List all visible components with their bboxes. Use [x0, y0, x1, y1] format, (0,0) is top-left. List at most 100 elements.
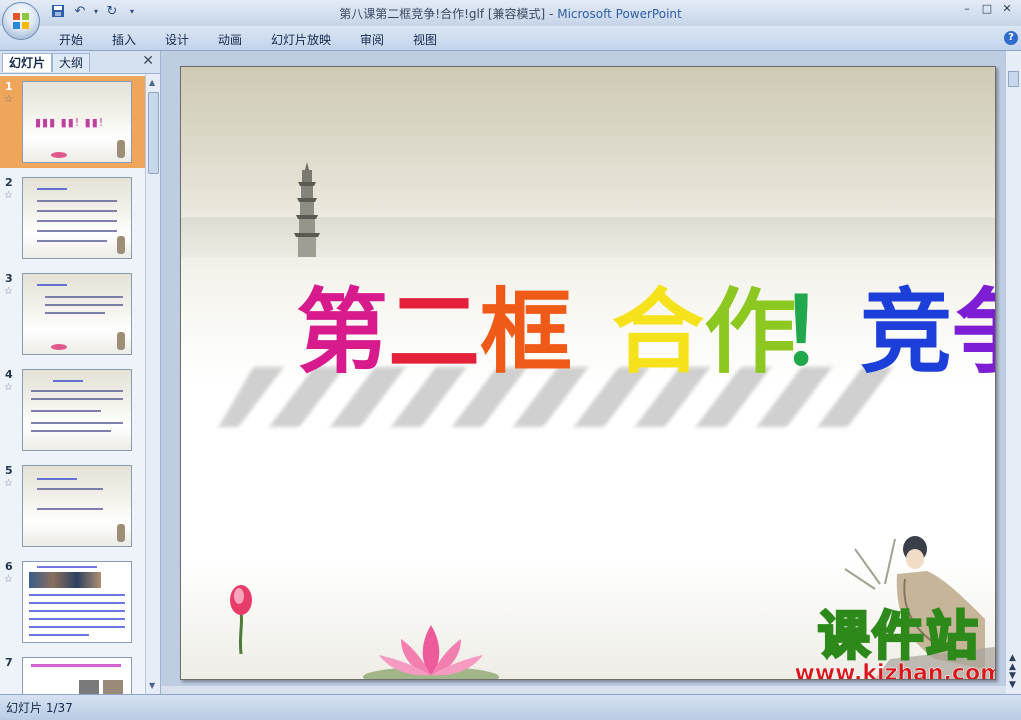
thumbnail-text-line [31, 390, 123, 392]
thumbnail-text-line [29, 626, 125, 628]
slide-thumbnail-3[interactable]: 3 ☆ [0, 268, 145, 360]
tab-home[interactable]: 开始 [59, 31, 83, 48]
thumbnail-text-line [37, 200, 117, 202]
office-button[interactable] [2, 2, 40, 40]
ribbon-tabs: 开始 插入 设计 动画 幻灯片放映 审阅 视图 ? [0, 26, 1021, 51]
next-slide-icon[interactable]: ▼ ▼ [1009, 672, 1016, 690]
title-char: 框 [480, 279, 573, 386]
previous-slide-icon[interactable]: ▲ ▲ [1009, 654, 1016, 672]
thumbnail-image [22, 561, 132, 643]
thumbnail-image [22, 465, 132, 547]
thumbnail-text-line [37, 188, 67, 190]
slide-thumbnail-2[interactable]: 2 ☆ [0, 172, 145, 264]
scroll-up-icon[interactable]: ▲ [149, 78, 155, 87]
slide-thumbnail-7[interactable]: 7 [0, 652, 145, 694]
slide-thumbnail-4[interactable]: 4 ☆ [0, 364, 145, 456]
thumbnail-image [22, 273, 132, 355]
title-char: 第 [296, 279, 389, 386]
slide-thumbnails: 1 ☆ ▮▮▮ ▮▮! ▮▮! 2 ☆ 3 ☆ 4 ☆ 5 ☆ 6 ☆ 7 [0, 74, 145, 694]
slide-number: 5 [5, 464, 13, 477]
slide-thumbnail-6[interactable]: 6 ☆ [0, 556, 145, 648]
thumbnail-text-line [29, 602, 125, 604]
slide-number: 7 [5, 656, 13, 669]
watermark-logo-text: 课件站 [816, 607, 980, 667]
pane-tabs: 幻灯片 大纲 ✕ [0, 51, 160, 74]
slide-number: 6 [5, 560, 13, 573]
title-char [572, 287, 612, 379]
thumbnail-text-line [53, 380, 83, 382]
thumbnail-scrollbar[interactable]: ▲ ▼ [145, 74, 160, 694]
tab-design[interactable]: 设计 [165, 31, 189, 48]
scrollbar-thumb[interactable] [148, 92, 159, 174]
tab-slideshow[interactable]: 幻灯片放映 [271, 31, 331, 48]
thumbnail-text-line [29, 610, 125, 612]
thumbnail-text-line [45, 296, 123, 298]
lotus-flower-image [363, 625, 499, 679]
animation-star-icon: ☆ [4, 286, 13, 297]
slide-number: 2 [5, 176, 13, 189]
tab-slides[interactable]: 幻灯片 [2, 53, 53, 72]
slide-number: 4 [5, 368, 13, 381]
scrollbar-thumb[interactable] [1008, 71, 1019, 87]
thumbnail-figure [117, 332, 125, 350]
thumbnail-text-line [31, 430, 111, 432]
thumbnail-text-line [31, 422, 123, 424]
tab-review[interactable]: 审阅 [360, 31, 384, 48]
thumbnail-lotus [51, 344, 67, 350]
minimize-button[interactable]: – [957, 2, 977, 16]
scroll-down-icon[interactable]: ▼ [149, 681, 155, 690]
app-name: Microsoft PowerPoint [557, 7, 682, 21]
thumbnail-figure [117, 140, 125, 158]
tab-outline[interactable]: 大纲 [52, 53, 91, 72]
thumbnail-text-line [37, 210, 117, 212]
title-char: 竞 [860, 279, 953, 386]
tab-animation[interactable]: 动画 [218, 31, 242, 48]
title-char: ！ [778, 279, 871, 386]
thumbnail-title-art: ▮▮▮ ▮▮! ▮▮! [35, 116, 105, 129]
watermark-url: www.kjzhan.com [794, 661, 996, 680]
slide-count-status: 幻灯片 1/37 [6, 701, 73, 715]
horizontal-scrollbar[interactable] [161, 686, 1006, 694]
status-bar: 幻灯片 1/37 [0, 694, 1021, 720]
slide-title[interactable]: 第二框 合作！竞争！ [296, 279, 995, 386]
slides-pane: 幻灯片 大纲 ✕ 1 ☆ ▮▮▮ ▮▮! ▮▮! 2 ☆ 3 ☆ 4 ☆ 5 ☆… [0, 51, 161, 694]
thumbnail-lotus [51, 152, 67, 158]
thumbnail-text-line [37, 230, 117, 232]
title-char: 二 [388, 279, 481, 386]
close-button[interactable]: ✕ [997, 2, 1017, 16]
slide-thumbnail-5[interactable]: 5 ☆ [0, 460, 145, 552]
thumbnail-photo [103, 680, 123, 694]
thumbnail-text-line [37, 566, 97, 568]
animation-star-icon: ☆ [4, 190, 13, 201]
thumbnail-figure [117, 236, 125, 254]
animation-star-icon: ☆ [4, 94, 13, 105]
slide-number: 3 [5, 272, 13, 285]
animation-star-icon: ☆ [4, 574, 13, 585]
help-icon[interactable]: ? [1004, 31, 1018, 45]
thumbnail-text-line [31, 664, 121, 667]
thumbnail-text-line [31, 398, 123, 400]
thumbnail-text-line [45, 304, 123, 306]
title-char: 合 [612, 279, 705, 386]
thumbnail-image [22, 369, 132, 451]
pane-close-icon[interactable]: ✕ [142, 53, 154, 69]
thumbnail-image [22, 657, 132, 694]
slide-canvas[interactable]: 第二框 合作！竞争！ 课件站 www.kjzhan.com [180, 66, 996, 680]
thumbnail-text-line [37, 284, 67, 286]
thumbnail-figure [117, 524, 125, 542]
pagoda-image [294, 162, 320, 257]
thumbnail-text-line [31, 410, 101, 412]
document-name: 第八课第二框竞争!合作!glf [兼容模式] [339, 7, 546, 21]
thumbnail-image: ▮▮▮ ▮▮! ▮▮! [22, 81, 132, 163]
tab-view[interactable]: 视图 [413, 31, 437, 48]
tab-insert[interactable]: 插入 [112, 31, 136, 48]
window-title: 第八课第二框竞争!合作!glf [兼容模式] - Microsoft Power… [0, 5, 1021, 22]
title-bar: ↶ ▾ ↻ ▾ 第八课第二框竞争!合作!glf [兼容模式] - Microso… [0, 0, 1021, 40]
watermark: 课件站 www.kjzhan.com [794, 607, 996, 680]
animation-star-icon: ☆ [4, 382, 13, 393]
thumbnail-text-line [29, 618, 125, 620]
slide-scrollbar[interactable]: ▲ ▲ ▼ ▼ [1005, 51, 1021, 694]
lotus-bud-image [230, 585, 252, 654]
slide-thumbnail-1[interactable]: 1 ☆ ▮▮▮ ▮▮! ▮▮! [0, 76, 145, 168]
maximize-button[interactable]: □ [977, 2, 997, 16]
